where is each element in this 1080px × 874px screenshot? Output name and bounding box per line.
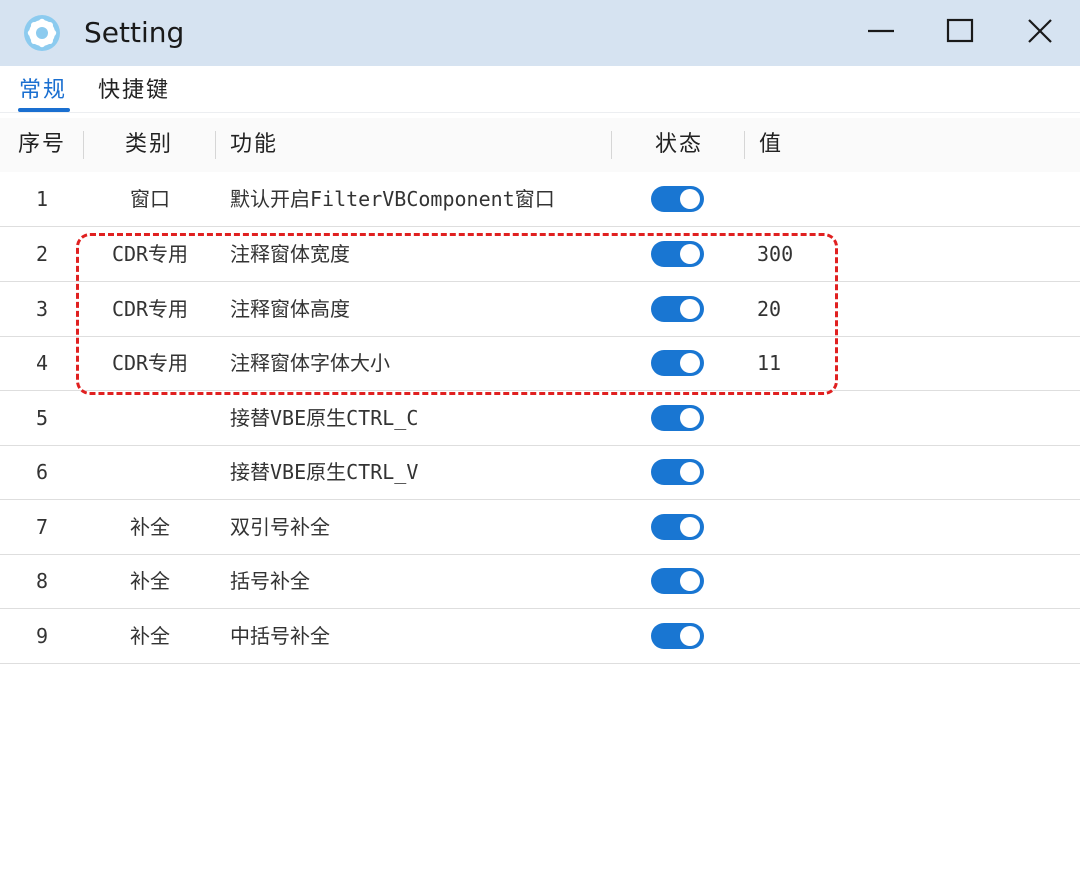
row-function: 注释窗体宽度: [230, 242, 350, 266]
toggle-knob: [680, 189, 700, 209]
status-toggle[interactable]: [651, 568, 704, 594]
status-toggle[interactable]: [651, 241, 704, 267]
row-category: [84, 445, 216, 499]
toggle-knob: [680, 517, 700, 537]
status-toggle[interactable]: [651, 623, 704, 649]
row-function: 注释窗体高度: [230, 297, 350, 321]
row-index: 9: [35, 624, 49, 648]
row-index: 4: [35, 351, 49, 375]
toggle-knob: [680, 626, 700, 646]
toggle-knob: [680, 462, 700, 482]
row-index: 3: [35, 297, 49, 321]
header-index[interactable]: 序号: [18, 118, 66, 172]
tab-general[interactable]: 常规: [19, 76, 67, 106]
status-toggle[interactable]: [651, 459, 704, 485]
row-category: 补全: [130, 515, 170, 539]
maximize-button[interactable]: [937, 10, 983, 56]
title-bar: Setting: [0, 0, 1080, 66]
row-index: 2: [35, 242, 49, 266]
minimize-icon: [866, 16, 896, 50]
minimize-button[interactable]: [858, 10, 904, 56]
status-toggle[interactable]: [651, 350, 704, 376]
row-value[interactable]: 300: [757, 227, 793, 281]
table-row[interactable]: 4 CDR专用 注释窗体字体大小 11: [0, 336, 1080, 391]
row-index: 8: [35, 569, 49, 593]
table-row[interactable]: 7 补全 双引号补全: [0, 500, 1080, 555]
table-row[interactable]: 5 接替VBE原生CTRL_C: [0, 391, 1080, 446]
status-toggle[interactable]: [651, 405, 704, 431]
row-function: 括号补全: [230, 569, 310, 593]
row-category: CDR专用: [111, 297, 189, 321]
header-function[interactable]: 功能: [230, 118, 278, 172]
header-category[interactable]: 类别: [125, 118, 173, 172]
row-function: 双引号补全: [230, 515, 330, 539]
toggle-knob: [680, 299, 700, 319]
row-function: 默认开启FilterVBComponent窗口: [230, 187, 555, 211]
close-button[interactable]: [1017, 10, 1063, 56]
row-index: 5: [35, 406, 49, 430]
column-divider[interactable]: [744, 131, 745, 159]
column-divider[interactable]: [215, 131, 216, 159]
status-toggle[interactable]: [651, 514, 704, 540]
row-value[interactable]: 11: [757, 336, 781, 390]
active-tab-indicator: [18, 108, 70, 112]
toggle-knob: [680, 571, 700, 591]
toggle-knob: [680, 353, 700, 373]
window-title: Setting: [84, 16, 185, 49]
row-function: 接替VBE原生CTRL_V: [230, 460, 419, 484]
toggle-knob: [680, 408, 700, 428]
row-value[interactable]: 20: [757, 282, 781, 336]
table-row[interactable]: 3 CDR专用 注释窗体高度 20: [0, 282, 1080, 337]
row-index: 7: [35, 515, 49, 539]
table-row[interactable]: 6 接替VBE原生CTRL_V: [0, 445, 1080, 500]
maximize-icon: [945, 16, 975, 50]
table-row[interactable]: 2 CDR专用 注释窗体宽度 300: [0, 227, 1080, 282]
toggle-knob: [680, 244, 700, 264]
status-toggle[interactable]: [651, 296, 704, 322]
column-divider[interactable]: [611, 131, 612, 159]
row-function: 注释窗体字体大小: [230, 351, 390, 375]
row-category: CDR专用: [111, 351, 189, 375]
close-icon: [1025, 16, 1055, 50]
tab-bar: 常规 快捷键: [0, 66, 1080, 113]
row-category: [84, 391, 216, 445]
table-header: 序号 类别 功能 状态 值: [0, 118, 1080, 172]
row-function: 中括号补全: [230, 624, 330, 648]
row-category: 补全: [130, 624, 170, 648]
row-index: 1: [35, 187, 49, 211]
settings-window: Setting 常规 快捷键 序号 类别 功能 状态 值 1 窗口 默认开启Fi…: [0, 0, 1080, 874]
table-row[interactable]: 1 窗口 默认开启FilterVBComponent窗口: [0, 172, 1080, 227]
row-category: 窗口: [130, 187, 170, 211]
row-category: CDR专用: [111, 242, 189, 266]
tab-shortcuts[interactable]: 快捷键: [98, 76, 170, 106]
table-row[interactable]: 9 补全 中括号补全: [0, 609, 1080, 664]
header-value[interactable]: 值: [759, 118, 783, 172]
status-toggle[interactable]: [651, 186, 704, 212]
row-index: 6: [35, 460, 49, 484]
row-category: 补全: [130, 569, 170, 593]
row-function: 接替VBE原生CTRL_C: [230, 406, 419, 430]
column-divider[interactable]: [83, 131, 84, 159]
header-status[interactable]: 状态: [655, 118, 703, 172]
table-row[interactable]: 8 补全 括号补全: [0, 554, 1080, 609]
gear-icon: [23, 14, 61, 52]
